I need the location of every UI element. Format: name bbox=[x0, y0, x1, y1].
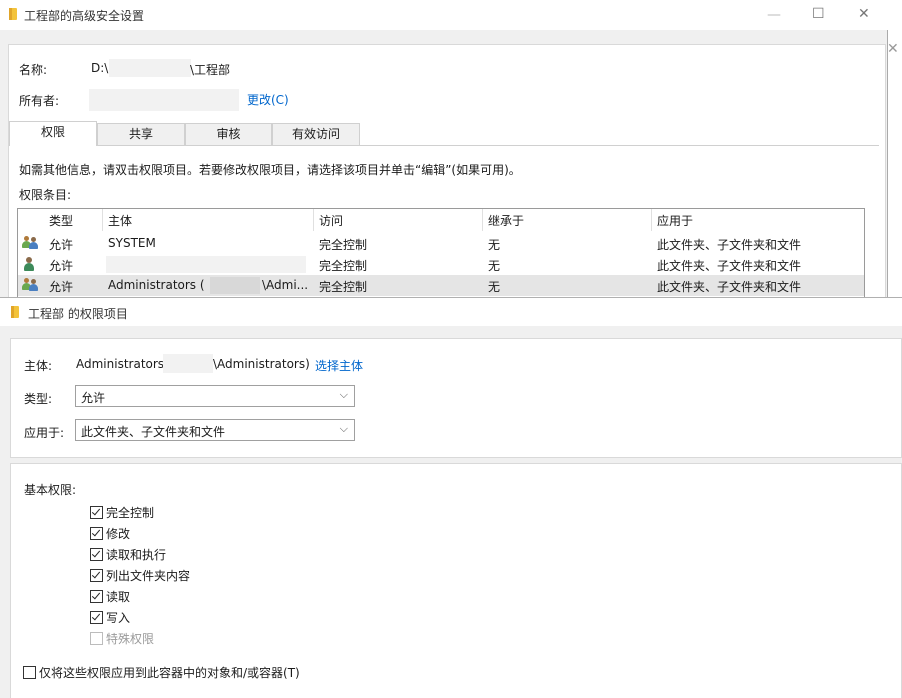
column-divider bbox=[482, 209, 483, 231]
title-bar: 工程部 的权限项目 bbox=[0, 298, 902, 326]
basic-permissions-panel: 基本权限: 完全控制 修改 读取和执行 列出文件夹内容 读取 写入 特殊权限 仅… bbox=[10, 463, 902, 698]
window-title: 工程部 的权限项目 bbox=[28, 307, 128, 321]
column-type[interactable]: 类型 bbox=[49, 212, 73, 229]
row-type: 允许 bbox=[49, 280, 74, 294]
window-title: 工程部的高级安全设置 bbox=[24, 9, 145, 23]
path-suffix: \工程部 bbox=[190, 63, 231, 77]
group-users-icon bbox=[22, 236, 38, 250]
column-divider bbox=[102, 209, 103, 231]
row-principal: Administrators ( bbox=[108, 278, 205, 292]
row-access: 完全控制 bbox=[319, 280, 368, 294]
name-label: 名称: bbox=[19, 63, 48, 77]
redacted-path bbox=[109, 59, 191, 77]
row-type: 允许 bbox=[49, 259, 74, 273]
full-control-label: 完全控制 bbox=[106, 506, 155, 520]
read-execute-checkbox[interactable] bbox=[90, 548, 103, 561]
row-access: 完全控制 bbox=[319, 259, 368, 273]
column-divider bbox=[313, 209, 314, 231]
tab-divider bbox=[9, 145, 879, 146]
info-text: 如需其他信息，请双击权限项目。若要修改权限项目，请选择该项目并单击“编辑”(如果… bbox=[19, 163, 521, 177]
modify-checkbox[interactable] bbox=[90, 527, 103, 540]
table-row[interactable]: 允许 SYSTEM 完全控制 无 此文件夹、子文件夹和文件 bbox=[18, 233, 864, 254]
read-label: 读取 bbox=[106, 590, 131, 604]
column-inherited-from[interactable]: 继承于 bbox=[488, 212, 524, 229]
row-principal: SYSTEM bbox=[108, 236, 156, 250]
column-applies-to[interactable]: 应用于 bbox=[657, 212, 693, 229]
type-dropdown[interactable]: 允许 ⌵ bbox=[75, 385, 355, 407]
special-permissions-label: 特殊权限 bbox=[106, 632, 155, 646]
folder-icon bbox=[11, 306, 19, 318]
path-prefix: D:\ bbox=[91, 61, 109, 75]
tab-effective-access[interactable]: 有效访问 bbox=[272, 123, 360, 145]
row-inherited-from: 无 bbox=[488, 238, 501, 252]
column-principal[interactable]: 主体 bbox=[108, 212, 132, 229]
applies-to-value: 此文件夹、子文件夹和文件 bbox=[81, 425, 226, 439]
row-applies-to: 此文件夹、子文件夹和文件 bbox=[657, 238, 802, 252]
type-value: 允许 bbox=[81, 391, 106, 405]
row-principal-tail: \Admi... bbox=[262, 278, 309, 292]
user-icon bbox=[22, 257, 38, 271]
special-permissions-checkbox bbox=[90, 632, 103, 645]
basic-permissions-label: 基本权限: bbox=[24, 483, 77, 497]
principal-label: 主体: bbox=[24, 359, 53, 373]
folder-icon bbox=[9, 8, 17, 20]
redacted-owner bbox=[89, 89, 239, 111]
principal-settings-panel: 主体: Administrators ( \Administrators) 选择… bbox=[10, 338, 902, 458]
list-folder-label: 列出文件夹内容 bbox=[106, 569, 191, 583]
permission-entries-list[interactable]: 类型 主体 访问 继承于 应用于 允许 SYSTEM 完全控制 无 此文件夹、子… bbox=[17, 208, 865, 308]
table-row[interactable]: 允许 完全控制 无 此文件夹、子文件夹和文件 bbox=[18, 254, 864, 275]
principal-prefix: Administrators ( bbox=[76, 357, 173, 371]
row-type: 允许 bbox=[49, 238, 74, 252]
group-users-icon bbox=[22, 278, 38, 292]
change-owner-link[interactable]: 更改(C) bbox=[247, 91, 289, 108]
apply-only-label: 仅将这些权限应用到此容器中的对象和/或容器(T) bbox=[39, 666, 300, 680]
close-icon[interactable]: ✕ bbox=[887, 42, 899, 56]
row-inherited-from: 无 bbox=[488, 280, 501, 294]
list-folder-checkbox[interactable] bbox=[90, 569, 103, 582]
chevron-down-icon: ⌵ bbox=[339, 388, 348, 401]
select-principal-link[interactable]: 选择主体 bbox=[315, 357, 363, 374]
full-control-checkbox[interactable] bbox=[90, 506, 103, 519]
read-execute-label: 读取和执行 bbox=[106, 548, 167, 562]
table-row-selected[interactable]: 允许 Administrators ( \Admi... 完全控制 无 此文件夹… bbox=[18, 275, 864, 296]
permission-entry-window: 工程部 的权限项目 主体: Administrators ( \Administ… bbox=[0, 297, 902, 698]
title-bar: 工程部的高级安全设置 — ☐ ✕ bbox=[0, 0, 888, 30]
principal-suffix: \Administrators) bbox=[213, 357, 310, 371]
redacted-domain bbox=[210, 277, 260, 294]
entries-label: 权限条目: bbox=[19, 188, 72, 202]
row-applies-to: 此文件夹、子文件夹和文件 bbox=[657, 259, 802, 273]
column-divider bbox=[651, 209, 652, 231]
tab-sharing[interactable]: 共享 bbox=[97, 123, 185, 145]
close-icon[interactable]: ✕ bbox=[858, 7, 870, 21]
maximize-icon[interactable]: ☐ bbox=[812, 7, 825, 21]
type-label: 类型: bbox=[24, 392, 53, 406]
column-access[interactable]: 访问 bbox=[319, 212, 343, 229]
read-checkbox[interactable] bbox=[90, 590, 103, 603]
write-checkbox[interactable] bbox=[90, 611, 103, 624]
minimize-icon[interactable]: — bbox=[767, 8, 781, 22]
modify-label: 修改 bbox=[106, 527, 131, 541]
redacted-domain bbox=[163, 354, 213, 373]
tab-auditing[interactable]: 审核 bbox=[185, 123, 272, 145]
row-access: 完全控制 bbox=[319, 238, 368, 252]
redacted-principal bbox=[106, 256, 306, 273]
tab-permissions[interactable]: 权限 bbox=[9, 121, 97, 146]
row-applies-to: 此文件夹、子文件夹和文件 bbox=[657, 280, 802, 294]
row-inherited-from: 无 bbox=[488, 259, 501, 273]
apply-only-checkbox[interactable] bbox=[23, 666, 36, 679]
applies-to-dropdown[interactable]: 此文件夹、子文件夹和文件 ⌵ bbox=[75, 419, 355, 441]
chevron-down-icon: ⌵ bbox=[339, 422, 348, 435]
write-label: 写入 bbox=[106, 611, 131, 625]
owner-label: 所有者: bbox=[19, 94, 60, 108]
applies-to-label: 应用于: bbox=[24, 426, 65, 440]
